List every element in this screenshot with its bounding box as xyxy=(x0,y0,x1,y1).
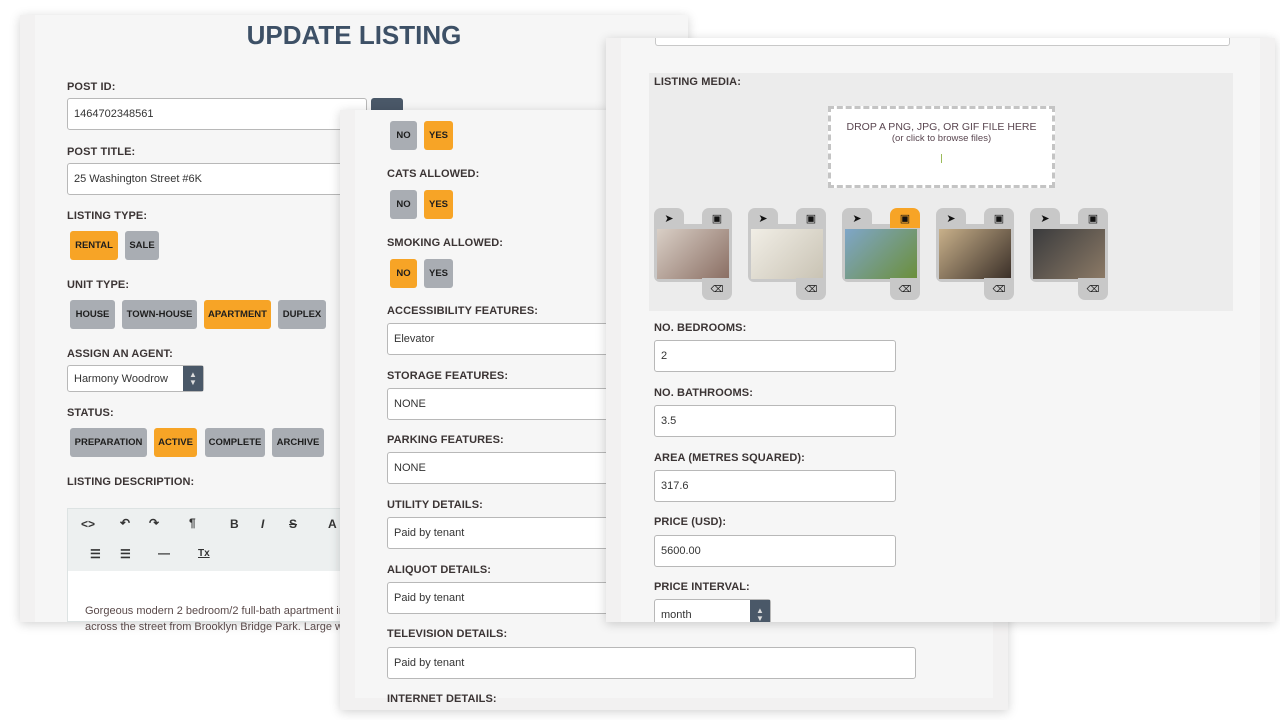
description-text: Gorgeous modern 2 bedroom/2 full-bath ap… xyxy=(85,603,365,635)
bedrooms-input[interactable]: 2 xyxy=(654,340,896,372)
storage-label: STORAGE FEATURES: xyxy=(387,370,509,382)
thumbnail-image xyxy=(939,229,1011,279)
numbered-list-icon[interactable]: ☰ xyxy=(120,547,131,561)
delete-icon[interactable]: ⌫ xyxy=(702,278,732,300)
media-thumbnail[interactable]: ➤ ▣ ⌫ xyxy=(654,208,732,300)
unit-type-duplex[interactable]: DUPLEX xyxy=(278,300,326,329)
status-preparation[interactable]: PREPARATION xyxy=(70,428,147,457)
cats-yes[interactable]: YES xyxy=(424,190,453,219)
upload-progress xyxy=(941,154,942,163)
italic-icon[interactable]: I xyxy=(261,517,264,531)
paragraph-icon[interactable]: ¶ xyxy=(189,516,196,530)
agent-select[interactable]: Harmony Woodrow ▲ ▼ xyxy=(67,365,204,392)
page-title: UPDATE LISTING xyxy=(246,20,462,50)
post-title-label: POST TITLE: xyxy=(67,146,136,158)
status-label: STATUS: xyxy=(67,407,114,419)
smoking-allowed-label: SMOKING ALLOWED: xyxy=(387,237,504,249)
unit-type-apartment[interactable]: APARTMENT xyxy=(204,300,271,329)
unit-type-town-house[interactable]: TOWN-HOUSE xyxy=(122,300,197,329)
media-thumbnail[interactable]: ➤ ▣ ⌫ xyxy=(842,208,920,300)
bathrooms-label: NO. BATHROOMS: xyxy=(654,387,753,399)
delete-icon[interactable]: ⌫ xyxy=(796,278,826,300)
location-arrow-icon[interactable]: ➤ xyxy=(748,208,778,228)
listing-type-label: LISTING TYPE: xyxy=(67,210,148,222)
bullet-list-icon[interactable]: ☰ xyxy=(90,547,101,561)
parking-label: PARKING FEATURES: xyxy=(387,434,504,446)
select-arrows-icon: ▲ ▼ xyxy=(183,366,203,391)
accessibility-label: ACCESSIBILITY FEATURES: xyxy=(387,305,539,317)
utility-label: UTILITY DETAILS: xyxy=(387,499,483,511)
previous-input[interactable] xyxy=(655,38,1230,46)
description-line: Gorgeous modern 2 bedroom/2 full-bath ap… xyxy=(85,605,345,617)
area-input[interactable]: 317.6 xyxy=(654,470,896,502)
media-thumbnail[interactable]: ➤ ▣ ⌫ xyxy=(936,208,1014,300)
dropzone-subtitle: (or click to browse files) xyxy=(891,133,992,144)
clear-format-icon[interactable]: Tx xyxy=(198,548,210,559)
set-featured-image-icon[interactable]: ▣ xyxy=(890,208,920,228)
price-input[interactable]: 5600.00 xyxy=(654,535,896,567)
price-interval-value: month xyxy=(661,609,692,621)
font-size-icon[interactable]: A xyxy=(328,517,337,531)
editor-toolbar xyxy=(68,509,366,571)
agent-label: ASSIGN AN AGENT: xyxy=(67,348,173,360)
location-arrow-icon[interactable]: ➤ xyxy=(654,208,684,228)
bathrooms-input[interactable]: 3.5 xyxy=(654,405,896,437)
price-label: PRICE (USD): xyxy=(654,516,727,528)
set-featured-image-icon[interactable]: ▣ xyxy=(984,208,1014,228)
media-thumbnail[interactable]: ➤ ▣ ⌫ xyxy=(1030,208,1108,300)
status-complete[interactable]: COMPLETE xyxy=(205,428,265,457)
thumbnail-image xyxy=(751,229,823,279)
thumbnail-image xyxy=(845,229,917,279)
unit-type-label: UNIT TYPE: xyxy=(67,279,130,291)
bedrooms-label: NO. BEDROOMS: xyxy=(654,322,747,334)
cats-no[interactable]: NO xyxy=(390,190,417,219)
set-featured-image-icon[interactable]: ▣ xyxy=(1078,208,1108,228)
internet-label: INTERNET DETAILS: xyxy=(387,693,497,705)
listing-type-rental[interactable]: RENTAL xyxy=(70,231,118,260)
price-interval-label: PRICE INTERVAL: xyxy=(654,581,750,593)
post-title-input[interactable]: 25 Washington Street #6K xyxy=(67,163,367,195)
code-view-icon[interactable]: <> xyxy=(81,517,95,531)
aliquot-label: ALIQUOT DETAILS: xyxy=(387,564,492,576)
description-editor[interactable]: <> ↶ ↷ ¶ B I S A ☰ ☰ — Tx Gorgeous moder… xyxy=(67,508,367,633)
redo-icon[interactable]: ↷ xyxy=(149,516,159,530)
strikethrough-icon[interactable]: S xyxy=(289,517,297,531)
delete-icon[interactable]: ⌫ xyxy=(1078,278,1108,300)
location-arrow-icon[interactable]: ➤ xyxy=(1030,208,1060,228)
post-id-input[interactable]: 1464702348561 xyxy=(67,98,367,130)
television-label: TELEVISION DETAILS: xyxy=(387,628,508,640)
area-label: AREA (METRES SQUARED): xyxy=(654,452,805,464)
thumbnail-image xyxy=(657,229,729,279)
set-featured-image-icon[interactable]: ▣ xyxy=(702,208,732,228)
toggle-no[interactable]: NO xyxy=(390,121,417,150)
undo-icon[interactable]: ↶ xyxy=(120,516,130,530)
toggle-yes[interactable]: YES xyxy=(424,121,453,150)
location-arrow-icon[interactable]: ➤ xyxy=(842,208,872,228)
media-label: LISTING MEDIA: xyxy=(654,76,741,88)
dropzone-title: DROP A PNG, JPG, OR GIF FILE HERE xyxy=(846,121,1037,133)
thumbnail-image xyxy=(1033,229,1105,279)
delete-icon[interactable]: ⌫ xyxy=(984,278,1014,300)
unit-type-house[interactable]: HOUSE xyxy=(70,300,115,329)
media-dropzone[interactable]: DROP A PNG, JPG, OR GIF FILE HERE (or cl… xyxy=(828,106,1055,188)
location-arrow-icon[interactable]: ➤ xyxy=(936,208,966,228)
cats-allowed-label: CATS ALLOWED: xyxy=(387,168,480,180)
status-archive[interactable]: ARCHIVE xyxy=(272,428,324,457)
delete-icon[interactable]: ⌫ xyxy=(890,278,920,300)
media-thumbnail[interactable]: ➤ ▣ ⌫ xyxy=(748,208,826,300)
smoking-no[interactable]: NO xyxy=(390,259,417,288)
smoking-yes[interactable]: YES xyxy=(424,259,453,288)
horizontal-rule-icon[interactable]: — xyxy=(158,546,170,560)
status-active[interactable]: ACTIVE xyxy=(154,428,197,457)
details-panel: LISTING MEDIA: DROP A PNG, JPG, OR GIF F… xyxy=(606,38,1275,622)
description-label: LISTING DESCRIPTION: xyxy=(67,476,195,488)
listing-type-sale[interactable]: SALE xyxy=(125,231,159,260)
set-featured-image-icon[interactable]: ▣ xyxy=(796,208,826,228)
television-input[interactable]: Paid by tenant xyxy=(387,647,916,679)
description-line: across the street from Brooklyn Bridge P… xyxy=(85,621,352,633)
post-id-label: POST ID: xyxy=(67,81,116,93)
agent-select-value: Harmony Woodrow xyxy=(74,372,168,385)
bold-icon[interactable]: B xyxy=(230,517,239,531)
